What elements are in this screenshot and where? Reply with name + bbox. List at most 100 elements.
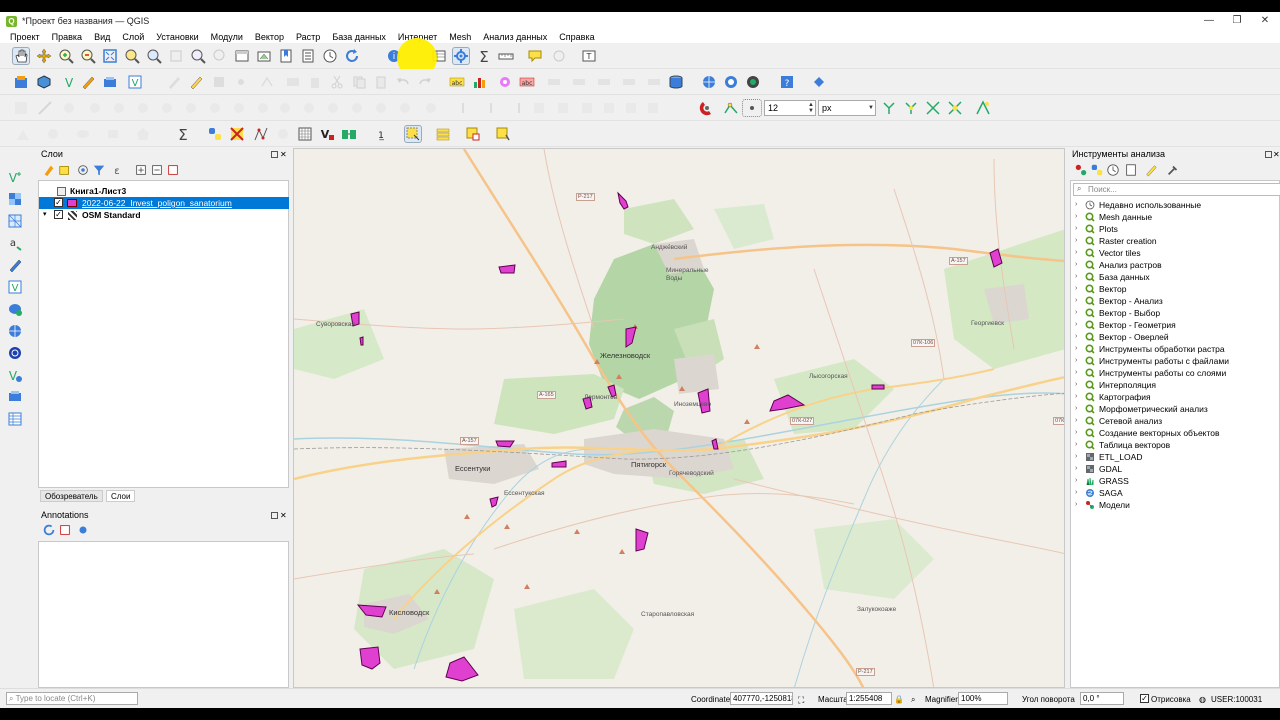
statistical-summary-icon[interactable]: Σ <box>475 47 493 65</box>
zoom-to-layer-icon[interactable] <box>145 47 163 65</box>
expand-arrow-icon[interactable]: › <box>1075 415 1077 427</box>
delete-annotation-icon[interactable] <box>58 523 72 537</box>
add-spatialite-layer-icon[interactable] <box>6 256 24 274</box>
expand-arrow-icon[interactable]: › <box>1075 307 1077 319</box>
snapping-unit-select[interactable]: px ▼ <box>818 100 876 116</box>
processing-group-item[interactable]: › Вектор - Анализ <box>1071 295 1280 307</box>
vector-filter-icon[interactable]: V <box>318 125 336 143</box>
float-panel-icon[interactable] <box>271 512 278 519</box>
processing-group-item[interactable]: › ETL_LOAD <box>1071 451 1280 463</box>
align-center-icon[interactable] <box>482 99 500 117</box>
add-ring-icon[interactable] <box>60 99 78 117</box>
delete-selected-icon[interactable] <box>306 73 324 91</box>
align-right-icon[interactable] <box>506 99 524 117</box>
digitize-network-icon[interactable] <box>252 125 270 143</box>
processing-group-item[interactable]: › Raster creation <box>1071 235 1280 247</box>
expand-arrow-icon[interactable]: › <box>1075 331 1077 343</box>
layer-visibility-checkbox[interactable]: ✓ <box>54 210 63 219</box>
processing-group-item[interactable]: › Вектор - Геометрия <box>1071 319 1280 331</box>
simplify-icon[interactable] <box>254 99 272 117</box>
layer-row[interactable]: ✓ 2022-06-22_Invest_poligon_sanatorium <box>39 197 289 209</box>
expand-arrow-icon[interactable]: › <box>1075 439 1077 451</box>
processing-group-item[interactable]: › База данных <box>1071 271 1280 283</box>
expand-arrow-icon[interactable]: › <box>1075 379 1077 391</box>
add-part-icon[interactable] <box>86 99 104 117</box>
processing-group-item[interactable]: › Анализ растров <box>1071 259 1280 271</box>
copy-features-icon[interactable] <box>350 73 368 91</box>
results-viewer-icon[interactable] <box>1124 163 1138 177</box>
save-edits-icon[interactable] <box>210 73 228 91</box>
close-panel-icon[interactable]: ✕ <box>1273 151 1280 159</box>
zoom-in-icon[interactable] <box>57 47 75 65</box>
menu-vector[interactable]: Вектор <box>249 32 290 42</box>
zoom-native-icon[interactable] <box>167 47 185 65</box>
close-panel-icon[interactable]: ✕ <box>280 512 287 520</box>
layer-row[interactable]: ▾ ✓ OSM Standard <box>39 209 289 221</box>
reshape-icon[interactable] <box>182 99 200 117</box>
offset-curve-icon[interactable] <box>206 99 224 117</box>
select-features-icon[interactable] <box>404 125 422 143</box>
plugin-manager-icon[interactable] <box>810 73 828 91</box>
refresh-icon[interactable] <box>343 47 361 65</box>
expand-arrow-icon[interactable]: › <box>1075 451 1077 463</box>
processing-group-item[interactable]: › GDAL <box>1071 463 1280 475</box>
raster-grid-icon[interactable] <box>296 125 314 143</box>
expand-arrow-icon[interactable]: › <box>1075 367 1077 379</box>
expand-arrow-icon[interactable]: › <box>1075 271 1077 283</box>
processing-group-item[interactable]: › Инструменты работы со слоями <box>1071 367 1280 379</box>
identify-tool-icon[interactable] <box>274 125 292 143</box>
menu-database[interactable]: База данных <box>326 32 392 42</box>
new-geopackage-layer-icon[interactable] <box>35 73 53 91</box>
processing-toolbox-icon[interactable] <box>452 47 470 65</box>
database-manager-icon[interactable] <box>667 73 685 91</box>
redo-icon[interactable] <box>416 73 434 91</box>
help-icon[interactable]: ? <box>778 73 796 91</box>
snapping-toggle-icon[interactable] <box>698 99 716 117</box>
expand-arrow-icon[interactable]: › <box>1075 499 1077 511</box>
float-panel-icon[interactable] <box>271 151 278 158</box>
digitize-point-icon[interactable] <box>232 73 250 91</box>
expand-arrow-icon[interactable]: › <box>1075 391 1077 403</box>
new-spatialite-layer-icon[interactable] <box>79 73 97 91</box>
zoom-out-icon[interactable] <box>79 47 97 65</box>
grid-plugin-icon[interactable] <box>228 125 246 143</box>
topological-editing-icon[interactable] <box>902 99 920 117</box>
rotate-label-icon[interactable] <box>595 73 613 91</box>
processing-group-item[interactable]: › Модели <box>1071 499 1280 511</box>
menu-view[interactable]: Вид <box>88 32 116 42</box>
menu-raster[interactable]: Растр <box>290 32 326 42</box>
expand-arrow-icon[interactable]: › <box>1075 235 1077 247</box>
reverse-line-icon[interactable] <box>230 99 248 117</box>
split-features-icon[interactable] <box>276 99 294 117</box>
expand-arrow-icon[interactable]: › <box>1075 343 1077 355</box>
pan-hand-icon[interactable] <box>12 47 30 65</box>
crs-label[interactable]: USER:100031 <box>1211 695 1262 704</box>
menu-help[interactable]: Справка <box>553 32 600 42</box>
new-attribute-table-icon[interactable] <box>6 410 24 428</box>
cut-features-icon[interactable] <box>328 73 346 91</box>
add-wcs-layer-icon[interactable] <box>6 344 24 362</box>
offset-point-symbols-icon[interactable] <box>396 99 414 117</box>
processing-group-item[interactable]: › Инструменты обработки растра <box>1071 343 1280 355</box>
expand-arrow-icon[interactable]: › <box>1075 223 1077 235</box>
refresh-icon[interactable] <box>42 523 56 537</box>
toggle-editing-icon[interactable] <box>187 73 205 91</box>
merge-features-icon[interactable] <box>324 99 342 117</box>
add-raster-layer-icon[interactable] <box>6 190 24 208</box>
add-vector-layer-icon[interactable]: V <box>6 168 24 186</box>
close-icon[interactable]: ✕ <box>1252 12 1278 30</box>
filter-by-expression-icon[interactable]: ε <box>108 163 128 177</box>
new-3d-view-icon[interactable] <box>255 47 273 65</box>
new-map-view-icon[interactable] <box>233 47 251 65</box>
add-wms-layer-icon[interactable] <box>6 322 24 340</box>
expand-arrow-icon[interactable]: › <box>1075 355 1077 367</box>
layer-row[interactable]: Книга1-Лист3 <box>39 185 289 197</box>
cad-tools-icon[interactable] <box>36 99 54 117</box>
open-layer-styling-icon[interactable] <box>42 163 56 177</box>
menu-layer[interactable]: Слой <box>116 32 150 42</box>
show-hide-labels-icon[interactable] <box>545 73 563 91</box>
topology-tool-icon[interactable] <box>554 99 572 117</box>
snapping-tolerance-input[interactable]: 12 ▲ ▼ <box>764 100 816 116</box>
menu-mesh[interactable]: Mesh <box>443 32 477 42</box>
processing-group-item[interactable]: › Mesh данные <box>1071 211 1280 223</box>
